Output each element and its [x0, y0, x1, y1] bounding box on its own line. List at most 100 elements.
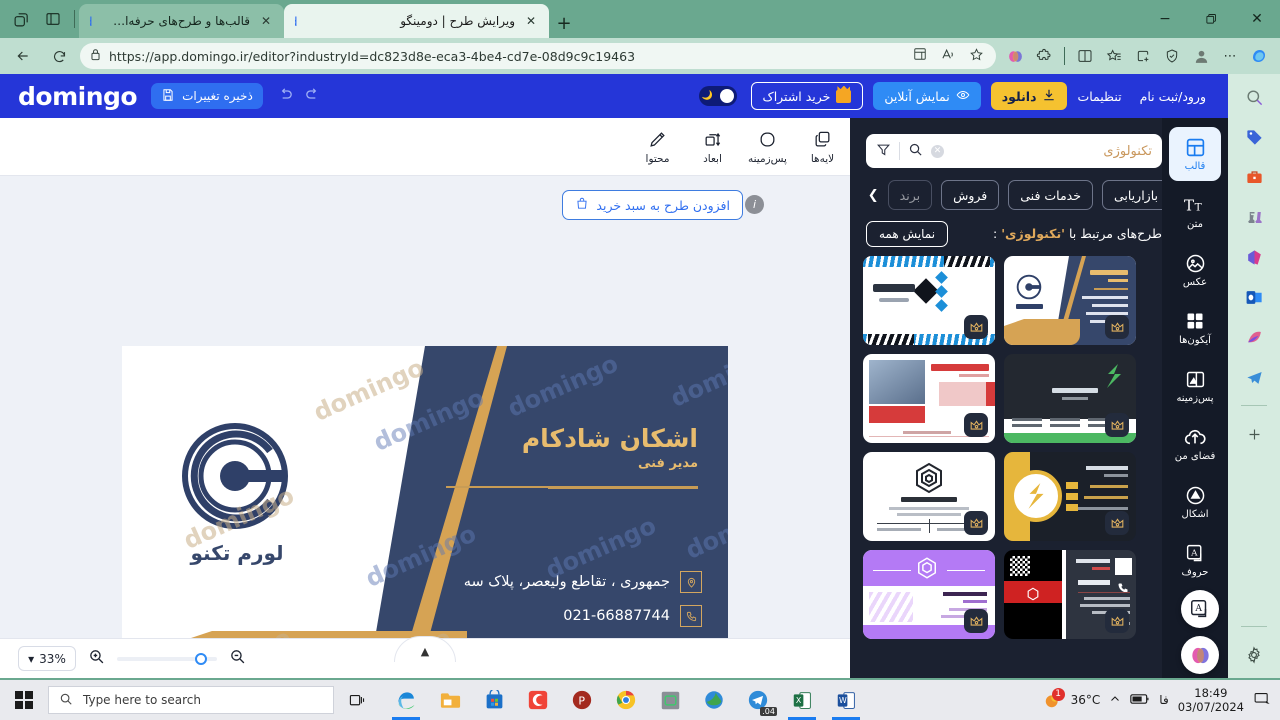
template-card[interactable] [1004, 354, 1136, 443]
settings-link[interactable]: تنظیمات [1077, 89, 1121, 104]
ai-assistant-float-button[interactable] [1181, 636, 1219, 674]
outlook-icon[interactable] [1239, 282, 1269, 312]
maximize-button[interactable] [1188, 0, 1234, 38]
template-card[interactable] [863, 452, 995, 541]
rail-item-letters[interactable]: A حروف [1169, 533, 1221, 587]
show-all-button[interactable]: نمایش همه [866, 221, 949, 247]
show-hidden-icons-chevron[interactable] [1109, 693, 1121, 708]
zoom-in-button[interactable] [88, 648, 105, 669]
taskbar-idm-icon[interactable] [692, 680, 736, 720]
minimize-button[interactable]: − [1142, 0, 1188, 38]
taskbar-edge-icon[interactable] [384, 680, 428, 720]
language-indicator[interactable]: فا [1159, 693, 1168, 707]
template-card[interactable] [1004, 550, 1136, 639]
tool-background[interactable]: پس‌زمینه [740, 118, 795, 175]
zoom-slider-knob[interactable] [195, 652, 207, 665]
tab-close-icon[interactable]: ✕ [523, 14, 539, 28]
login-register-link[interactable]: ورود/ثبت نام [1140, 89, 1206, 104]
taskbar-notes-icon[interactable] [648, 680, 692, 720]
search-input[interactable]: تکنولوژی [952, 144, 1152, 159]
dark-mode-toggle[interactable]: 🌙 [698, 86, 737, 106]
canvas-area[interactable]: افزودن طرح به سبد خرید i لورم تکنو اشکان… [0, 176, 850, 678]
zoom-out-button[interactable] [229, 648, 246, 669]
copilot-icon[interactable] [1002, 43, 1028, 69]
rail-item-image[interactable]: عکس [1169, 243, 1221, 297]
rail-item-template[interactable]: قالب [1169, 127, 1221, 181]
shield-check-icon[interactable] [1159, 43, 1185, 69]
favorite-star-icon[interactable] [966, 47, 986, 66]
clear-icon[interactable]: ✕ [931, 144, 944, 158]
clock[interactable]: 18:49 03/07/2024 [1178, 686, 1244, 714]
taskbar-microsoft-store-icon[interactable] [472, 680, 516, 720]
tool-dimensions[interactable]: ابعاد [685, 118, 740, 175]
telegram-icon[interactable] [1239, 362, 1269, 392]
collections-icon[interactable] [1101, 43, 1127, 69]
undo-button[interactable] [277, 86, 294, 107]
close-button[interactable]: ✕ [1234, 0, 1280, 38]
add-to-cart-button[interactable]: افزودن طرح به سبد خرید [562, 190, 743, 220]
taskbar-word-icon[interactable]: W [824, 680, 868, 720]
zoom-slider[interactable] [117, 652, 217, 665]
online-preview-button[interactable]: نمایش آنلاین [873, 82, 981, 110]
tab-actions-icon[interactable] [38, 4, 68, 34]
add-favorite-icon[interactable] [1130, 43, 1156, 69]
add-sidebar-app-icon[interactable] [1239, 419, 1269, 449]
new-tab-button[interactable]: + [549, 8, 579, 38]
buy-subscription-button[interactable]: خرید اشتراک [750, 82, 864, 110]
domingo-logo[interactable]: domingo [0, 82, 138, 111]
shopping-tag-icon[interactable] [1239, 122, 1269, 152]
task-view-button[interactable] [334, 680, 380, 720]
taskbar-pdf-app-icon[interactable]: P [560, 680, 604, 720]
notification-center-icon[interactable] [1253, 690, 1270, 710]
template-card[interactable] [863, 550, 995, 639]
more-options-icon[interactable]: ⋯ [1217, 43, 1243, 69]
template-card[interactable] [1004, 452, 1136, 541]
chevron-left-icon[interactable]: ❮ [868, 188, 879, 203]
filter-icon[interactable] [876, 142, 891, 161]
template-search-bar[interactable]: تکنولوژی ✕ [866, 134, 1162, 168]
template-card[interactable] [863, 354, 995, 443]
games-icon[interactable] [1239, 202, 1269, 232]
battery-icon[interactable] [1130, 693, 1150, 708]
taskbar-telegram-icon[interactable]: .04 [736, 680, 780, 720]
address-bar[interactable]: https://app.domingo.ir/editor?industryId… [80, 43, 996, 69]
taskbar-file-explorer-icon[interactable] [428, 680, 472, 720]
rail-item-background[interactable]: پس‌زمینه [1169, 359, 1221, 413]
taskbar-search[interactable]: Type here to search [48, 686, 334, 714]
search-icon[interactable] [908, 142, 923, 161]
taskbar-chrome-icon[interactable] [604, 680, 648, 720]
chip-marketing[interactable]: بازاریابی [1101, 180, 1170, 210]
tab-templates[interactable]: ✕ قالب‌ها و طرح‌های حرفه‌ای و رایگان d [79, 4, 284, 38]
tab-search-icon[interactable] [6, 4, 36, 34]
browser-essentials-icon[interactable] [1072, 43, 1098, 69]
chip-sales[interactable]: فروش [941, 180, 1000, 210]
rail-item-text[interactable]: TT متن [1169, 185, 1221, 239]
weather-icon[interactable]: 1 [1043, 687, 1065, 710]
tool-content[interactable]: محتوا [630, 118, 685, 175]
template-card[interactable] [1004, 256, 1136, 345]
read-aloud-icon[interactable] [938, 47, 958, 66]
rail-item-my-space[interactable]: فضای من [1169, 417, 1221, 471]
taskbar-excel-icon[interactable]: X [780, 680, 824, 720]
redo-button[interactable] [304, 86, 321, 107]
rail-item-shapes[interactable]: اشکال [1169, 475, 1221, 529]
tool-layers[interactable]: لایه‌ها [795, 118, 850, 175]
tab-close-icon[interactable]: ✕ [258, 14, 274, 28]
back-icon[interactable] [8, 42, 38, 70]
extensions-icon[interactable] [1031, 43, 1057, 69]
save-changes-button[interactable]: ذخیره تغییرات [151, 83, 263, 109]
sidebar-search-icon[interactable] [1239, 82, 1269, 112]
download-button[interactable]: دانلود [990, 82, 1068, 110]
chip-brand[interactable]: برند [887, 180, 933, 210]
sidebar-settings-gear-icon[interactable] [1239, 640, 1269, 670]
rail-item-icons[interactable]: آیکون‌ها [1169, 301, 1221, 355]
profile-avatar[interactable] [1188, 43, 1214, 69]
split-screen-icon[interactable] [910, 47, 930, 65]
tab-editor[interactable]: ✕ ویرایش طرح | دومینگو d [284, 4, 549, 38]
taskbar-camtasia-icon[interactable] [516, 680, 560, 720]
office-icon[interactable] [1239, 242, 1269, 272]
chip-technical-services[interactable]: خدمات فنی [1008, 180, 1093, 210]
copilot-sidebar-icon[interactable] [1246, 43, 1272, 69]
business-card-design[interactable]: لورم تکنو اشکان شادکام مدیر فنی جمهوری ،… [122, 346, 728, 678]
info-badge[interactable]: i [745, 195, 764, 214]
